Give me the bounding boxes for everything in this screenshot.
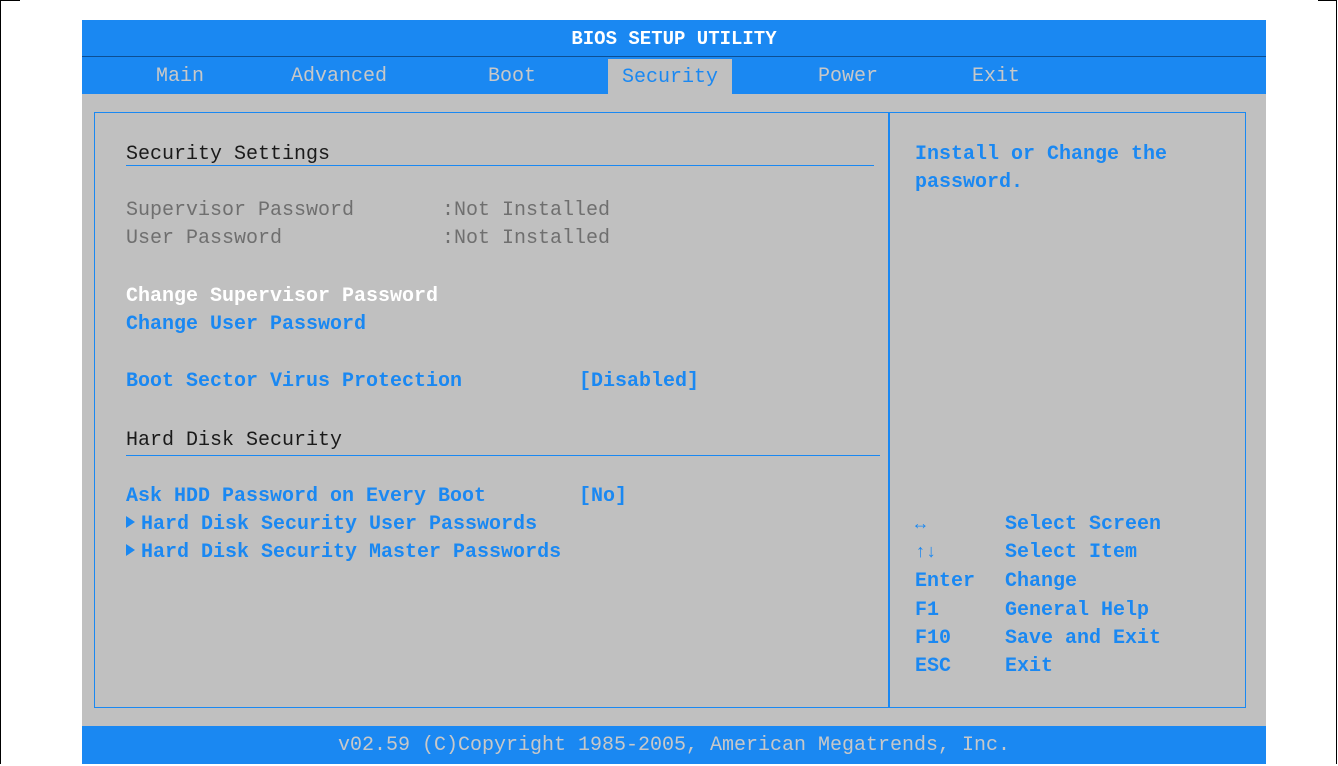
hdd-user-passwords-item[interactable]: Hard Disk Security User Passwords [126, 513, 537, 537]
supervisor-password-status: :Not Installed [442, 199, 611, 222]
key-f1: F1 [915, 599, 940, 622]
ask-hdd-password-label[interactable]: Ask HDD Password on Every Boot [126, 485, 486, 509]
tab-exit[interactable]: Exit [972, 57, 1020, 95]
user-password-status: :Not Installed [442, 227, 611, 250]
key-desc-select-screen: Select Screen [1005, 513, 1162, 536]
section-heading-hard-disk-security: Hard Disk Security [126, 429, 343, 452]
user-password-label: User Password [126, 227, 283, 250]
key-f10: F10 [915, 627, 952, 650]
left-right-arrows-icon: ↔ [915, 515, 926, 535]
frame-border-top-left [0, 0, 20, 1]
up-down-arrows-icon: ↑↓ [915, 543, 937, 563]
frame-border-top-right [1318, 0, 1337, 1]
key-desc-exit: Exit [1005, 655, 1054, 678]
settings-panel: Security Settings Supervisor Password :N… [94, 112, 889, 708]
key-desc-general-help: General Help [1005, 599, 1150, 622]
key-esc: ESC [915, 655, 952, 678]
key-enter: Enter [915, 570, 976, 593]
ask-hdd-password-value[interactable]: [No] [579, 485, 627, 509]
menu-bar: Main Advanced Boot Security Power Exit [82, 56, 1266, 95]
change-user-password-item[interactable]: Change User Password [126, 313, 366, 337]
copyright-footer: v02.59 (C)Copyright 1985-2005, American … [82, 726, 1266, 764]
tab-advanced[interactable]: Advanced [291, 57, 387, 95]
bios-screen: BIOS SETUP UTILITY Main Advanced Boot Se… [82, 20, 1266, 764]
bios-title: BIOS SETUP UTILITY [82, 20, 1266, 56]
tab-main[interactable]: Main [156, 57, 204, 95]
boot-sector-virus-protection-value[interactable]: [Disabled] [579, 370, 699, 394]
hdd-master-passwords-item[interactable]: Hard Disk Security Master Passwords [126, 541, 561, 565]
submenu-arrow-icon [126, 544, 135, 556]
help-text-line2: password. [915, 171, 1024, 194]
frame-border-left [0, 0, 1, 764]
tab-security[interactable]: Security [608, 59, 733, 95]
key-desc-select-item: Select Item [1005, 541, 1138, 564]
key-desc-save-and-exit: Save and Exit [1005, 627, 1162, 650]
boot-sector-virus-protection-label[interactable]: Boot Sector Virus Protection [126, 370, 462, 394]
frame-border-right [1336, 0, 1337, 764]
key-desc-change: Change [1005, 570, 1078, 593]
section-heading-security-settings: Security Settings [126, 143, 331, 166]
supervisor-password-label: Supervisor Password [126, 199, 355, 222]
change-supervisor-password-item[interactable]: Change Supervisor Password [126, 285, 438, 309]
tab-boot[interactable]: Boot [488, 57, 536, 95]
section-divider [126, 165, 874, 166]
help-panel: Install or Change the password. ↔ Select… [889, 112, 1246, 708]
submenu-arrow-icon [126, 516, 135, 528]
tab-power[interactable]: Power [818, 57, 878, 95]
section-divider [126, 455, 880, 456]
help-text-line1: Install or Change the [915, 143, 1168, 166]
